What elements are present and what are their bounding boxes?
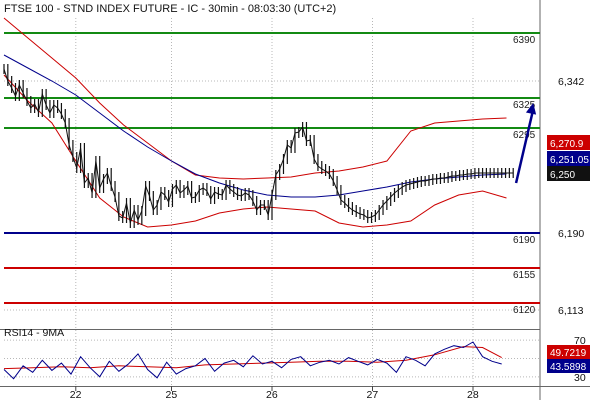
rsi-tick-label: 30 <box>574 372 586 384</box>
level-label: 6155 <box>513 270 536 281</box>
x-tick-label: 27 <box>367 389 379 400</box>
x-tick-label: 25 <box>166 389 178 400</box>
level-label: 6120 <box>513 305 536 316</box>
rsi-title: RSI14 - 9MA <box>4 327 64 339</box>
level-label: 6390 <box>513 35 536 46</box>
y-tick-label: 6,113 <box>558 305 584 317</box>
rsi-badge-label: 43.5898 <box>550 362 587 373</box>
y-tick-label: 6,342 <box>558 76 584 88</box>
x-tick-label: 28 <box>467 389 479 400</box>
x-tick-label: 26 <box>266 389 278 400</box>
rsi-badge-label: 49.7219 <box>550 348 587 359</box>
level-label: 6190 <box>513 235 536 246</box>
chart-svg: 22252627286,3426,1906,113705030639063256… <box>0 0 590 401</box>
level-label: 6295 <box>513 130 536 141</box>
chart-title: FTSE 100 - STND INDEX FUTURE - IC - 30mi… <box>4 3 336 15</box>
price-badge-label: 6,270.9 <box>550 139 584 150</box>
y-tick-label: 6,190 <box>558 228 584 240</box>
x-tick-label: 22 <box>70 389 82 400</box>
chart-root: 22252627286,3426,1906,113705030639063256… <box>0 0 590 401</box>
price-badge-label: 6,251.05 <box>550 155 589 166</box>
price-badge-label: 6,250 <box>550 170 575 181</box>
